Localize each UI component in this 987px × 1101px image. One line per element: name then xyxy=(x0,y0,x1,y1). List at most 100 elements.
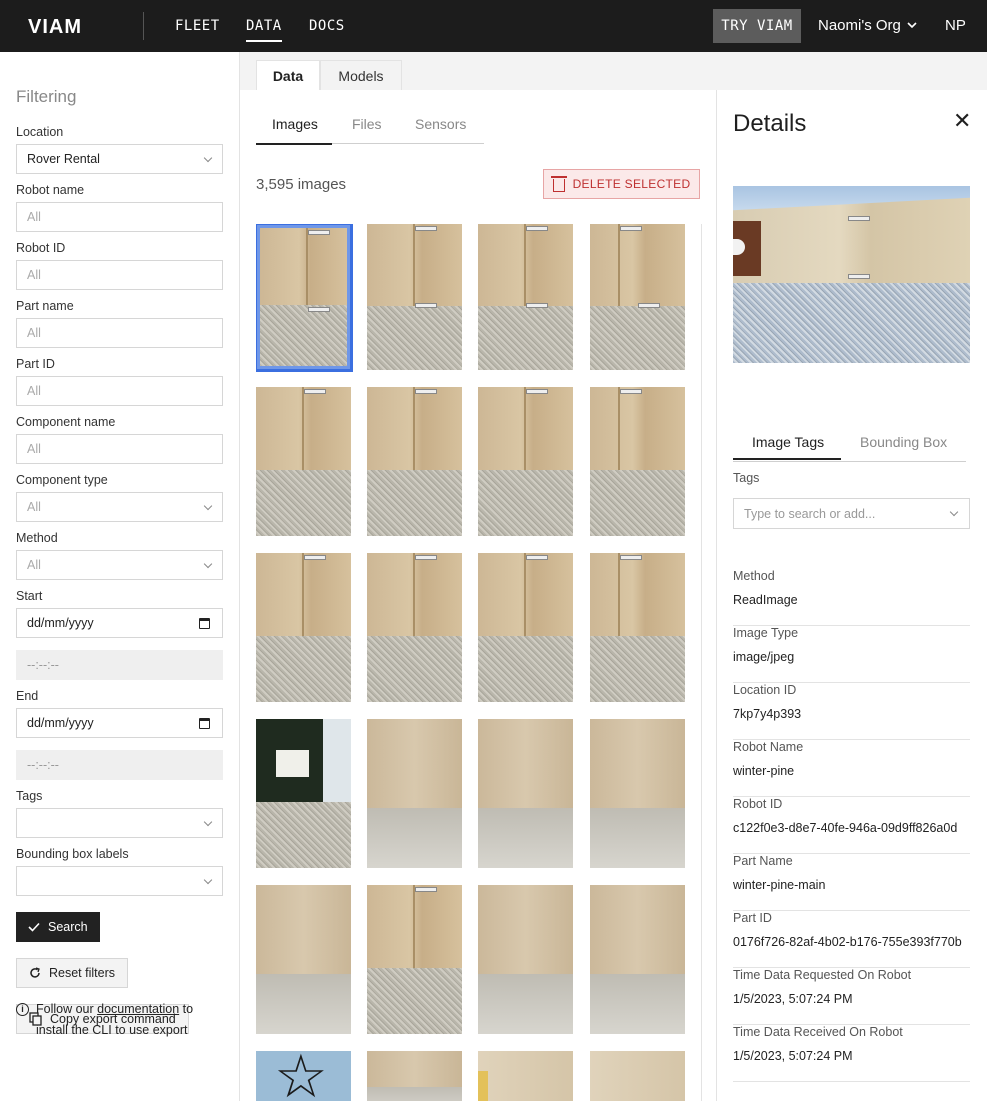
nav-docs[interactable]: DOCS xyxy=(309,18,345,34)
reset-filters-button[interactable]: Reset filters xyxy=(16,958,128,988)
tag-search-placeholder: Type to search or add... xyxy=(744,506,876,521)
metadata-value: image/jpeg xyxy=(733,650,795,664)
image-thumbnail[interactable] xyxy=(478,387,573,536)
close-icon[interactable]: ✕ xyxy=(953,110,971,132)
method-select[interactable]: All xyxy=(16,550,223,580)
delete-selected-button[interactable]: DELETE SELECTED xyxy=(543,169,700,199)
metadata-value: ReadImage xyxy=(733,593,798,607)
robot-id-input[interactable]: All xyxy=(16,260,223,290)
image-thumbnail[interactable] xyxy=(367,387,462,536)
chevron-down-icon xyxy=(907,22,917,29)
bbox-labels-select[interactable] xyxy=(16,866,223,896)
scrollbar-track[interactable] xyxy=(701,224,702,1101)
nav-data[interactable]: DATA xyxy=(246,18,282,42)
nav-divider xyxy=(143,12,144,40)
chevron-down-icon xyxy=(203,153,213,163)
image-thumbnail[interactable] xyxy=(256,885,351,1034)
image-thumbnail[interactable] xyxy=(367,719,462,868)
tab-models[interactable]: Models xyxy=(320,60,402,90)
start-time-input[interactable]: --:--:-- xyxy=(16,650,223,680)
main-tab-bar: Data Models xyxy=(240,52,987,90)
refresh-icon xyxy=(30,967,40,978)
part-name-label: Part name xyxy=(16,299,74,313)
svg-text:VIAM: VIAM xyxy=(28,16,82,37)
info-icon: i xyxy=(16,1003,29,1016)
tab-data[interactable]: Data xyxy=(256,60,320,90)
end-time-input[interactable]: --:--:-- xyxy=(16,750,223,780)
method-value: All xyxy=(27,558,41,572)
component-type-select[interactable]: All xyxy=(16,492,223,522)
end-date-input[interactable]: dd/mm/yyyy xyxy=(16,708,223,738)
robot-name-input[interactable]: All xyxy=(16,202,223,232)
calendar-icon[interactable] xyxy=(199,718,210,729)
details-panel: Details ✕ Image Tags Bounding Box Tags T… xyxy=(716,90,987,1101)
image-thumbnail[interactable] xyxy=(256,387,351,536)
image-thumbnail[interactable] xyxy=(590,719,685,868)
component-name-label: Component name xyxy=(16,415,116,429)
tag-search-input[interactable]: Type to search or add... xyxy=(733,498,970,529)
tab-files[interactable]: Files xyxy=(352,116,382,132)
metadata-value: 1/5/2023, 5:07:24 PM xyxy=(733,1049,853,1063)
avatar[interactable]: NP xyxy=(945,17,966,34)
image-grid: ☆ xyxy=(256,224,700,1101)
image-thumbnail[interactable] xyxy=(256,553,351,702)
org-selector[interactable]: Naomi's Org xyxy=(818,17,917,34)
metadata-label: Time Data Received On Robot xyxy=(733,1025,903,1039)
image-thumbnail[interactable] xyxy=(590,224,685,370)
component-name-input[interactable]: All xyxy=(16,434,223,464)
calendar-icon[interactable] xyxy=(199,618,210,629)
chevron-down-icon xyxy=(949,507,959,517)
image-thumbnail[interactable] xyxy=(590,1051,685,1101)
search-button-label: Search xyxy=(48,920,88,934)
tab-bounding-box[interactable]: Bounding Box xyxy=(860,434,947,450)
image-thumbnail[interactable] xyxy=(478,719,573,868)
image-thumbnail[interactable] xyxy=(367,224,462,370)
image-thumbnail[interactable] xyxy=(256,224,353,372)
metadata-row: Robot Name winter-pine xyxy=(733,740,970,797)
robot-name-label: Robot name xyxy=(16,183,85,197)
documentation-link[interactable]: documentation xyxy=(97,1002,179,1016)
nav-fleet[interactable]: FLEET xyxy=(175,18,220,34)
image-thumbnail[interactable] xyxy=(256,719,351,868)
image-thumbnail[interactable] xyxy=(478,885,573,1034)
image-thumbnail[interactable] xyxy=(478,224,573,370)
part-name-input[interactable]: All xyxy=(16,318,223,348)
image-thumbnail[interactable] xyxy=(590,885,685,1034)
tags-select[interactable] xyxy=(16,808,223,838)
image-count: 3,595 images xyxy=(256,176,347,193)
start-date-input[interactable]: dd/mm/yyyy xyxy=(16,608,223,638)
tab-images[interactable]: Images xyxy=(256,116,332,145)
start-label: Start xyxy=(16,589,43,603)
component-type-label: Component type xyxy=(16,473,108,487)
image-thumbnail[interactable] xyxy=(367,553,462,702)
image-thumbnail[interactable] xyxy=(590,387,685,536)
trash-icon xyxy=(550,176,567,192)
viam-logo[interactable]: VIAM xyxy=(28,15,112,37)
image-thumbnail[interactable] xyxy=(478,553,573,702)
image-thumbnail[interactable] xyxy=(367,885,462,1034)
image-browser: Images Files Sensors 3,595 images DELETE… xyxy=(240,90,716,1101)
search-button[interactable]: Search xyxy=(16,912,100,942)
tags-label: Tags xyxy=(16,789,43,803)
metadata-label: Location ID xyxy=(733,683,797,697)
tab-sensors[interactable]: Sensors xyxy=(415,116,466,132)
tab-image-tags[interactable]: Image Tags xyxy=(732,434,842,460)
metadata-label: Part Name xyxy=(733,854,793,868)
location-select[interactable]: Rover Rental xyxy=(16,144,223,174)
metadata-value: winter-pine-main xyxy=(733,878,826,892)
metadata-row: Part Name winter-pine-main xyxy=(733,854,970,911)
metadata-value: winter-pine xyxy=(733,764,795,778)
metadata-value: c122f0e3-d8e7-40fe-946a-09d9ff826a0d xyxy=(733,821,958,835)
try-viam-button[interactable]: TRY VIAM xyxy=(713,9,801,43)
metadata-label: Robot Name xyxy=(733,740,804,754)
image-thumbnail[interactable]: ☆ xyxy=(256,1051,351,1101)
image-thumbnail[interactable] xyxy=(590,553,685,702)
chevron-down-icon xyxy=(203,817,213,827)
method-label: Method xyxy=(16,531,58,545)
end-label: End xyxy=(16,689,39,703)
location-value: Rover Rental xyxy=(27,152,100,166)
metadata-row: Image Type image/jpeg xyxy=(733,626,970,683)
image-thumbnail[interactable] xyxy=(478,1051,573,1101)
part-id-input[interactable]: All xyxy=(16,376,223,406)
image-thumbnail[interactable] xyxy=(367,1051,462,1101)
